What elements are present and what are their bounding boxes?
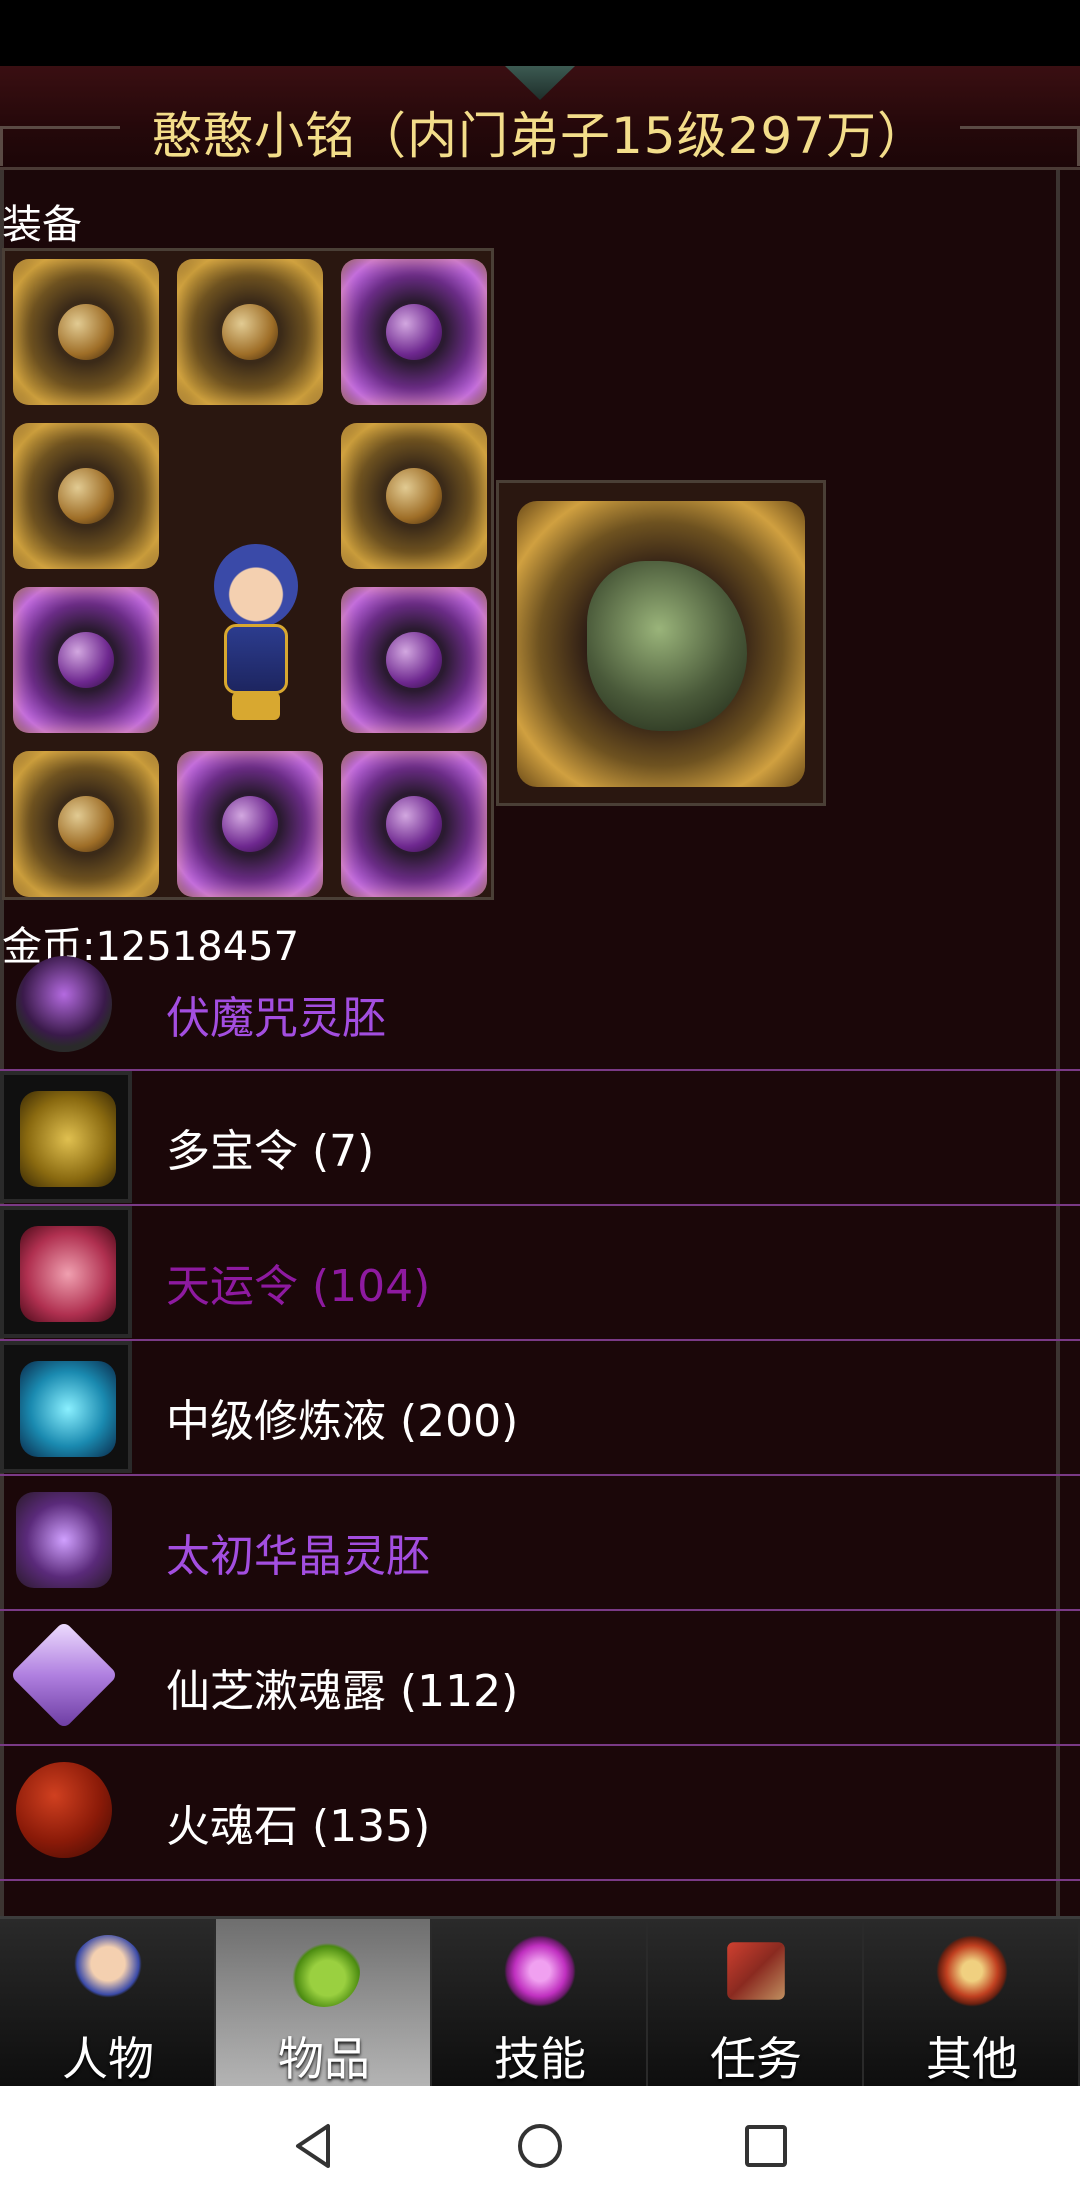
token-icon <box>0 1206 132 1338</box>
orb-icon <box>386 796 442 852</box>
quest-icon <box>727 1942 785 2000</box>
helmet-icon <box>58 304 114 360</box>
equip-slot-weapon[interactable] <box>13 423 159 569</box>
tab-label: 人物 <box>62 2032 154 2086</box>
item-name: 多宝令 (7) <box>166 1126 375 1177</box>
title-ornament <box>505 66 575 100</box>
armor-icon <box>222 304 278 360</box>
tab-label: 技能 <box>494 2032 586 2086</box>
tab-skills[interactable]: 技能 <box>432 1919 648 2089</box>
tab-items[interactable]: 物品 <box>216 1919 432 2089</box>
item-name: 伏魔咒灵胚 <box>166 993 386 1044</box>
equip-slot-helmet[interactable] <box>13 259 159 405</box>
sword-icon <box>58 468 114 524</box>
back-icon[interactable] <box>288 2120 340 2172</box>
fire-stone-icon <box>0 1746 132 1878</box>
item-name: 中级修炼液 (200) <box>166 1396 519 1447</box>
pet-frame <box>517 501 805 787</box>
tab-character[interactable]: 人物 <box>0 1919 216 2089</box>
equip-slot-amulet[interactable] <box>341 259 487 405</box>
potion-icon <box>0 1341 132 1473</box>
pet-slot[interactable] <box>496 480 826 806</box>
boots-icon <box>222 796 278 852</box>
list-item[interactable]: 多宝令 (7) <box>0 1071 1080 1206</box>
recents-icon[interactable] <box>740 2120 792 2172</box>
status-bar <box>0 0 1080 66</box>
character-legs <box>232 692 280 720</box>
character-avatar <box>196 544 316 724</box>
ring-icon <box>386 632 442 688</box>
tab-label: 任务 <box>710 2032 802 2086</box>
bracer-icon <box>58 796 114 852</box>
bottom-tab-bar: 人物 物品 技能 任务 其他 <box>0 1916 1080 2089</box>
item-name: 天运令 (104) <box>166 1261 431 1312</box>
tab-label: 物品 <box>278 2032 370 2086</box>
amulet-icon <box>386 304 442 360</box>
equip-slot-armor[interactable] <box>177 259 323 405</box>
list-item[interactable]: 太初华晶灵胚 <box>0 1476 1080 1611</box>
list-item[interactable]: 中级修炼液 (200) <box>0 1341 1080 1476</box>
equipment-section-label: 装备 <box>2 202 82 248</box>
skill-orb-icon <box>504 1935 576 2007</box>
ring-icon <box>0 956 132 1088</box>
ring-icon <box>58 632 114 688</box>
equip-slot-ring-left[interactable] <box>13 587 159 733</box>
list-item[interactable]: 天运令 (104) <box>0 1206 1080 1341</box>
page-title: 憨憨小铭（内门弟子15级297万） <box>151 107 929 165</box>
character-body <box>224 624 288 694</box>
game-screen: 憨憨小铭（内门弟子15级297万） 装备 金币:12518457 伏魔咒灵胚 多… <box>0 66 1080 1916</box>
list-item[interactable]: 伏魔咒灵胚 <box>0 956 1080 1071</box>
dragon-icon <box>587 561 747 731</box>
gem-flask-icon <box>0 1611 132 1743</box>
item-name: 火魂石 (135) <box>166 1801 431 1852</box>
equip-slot-orb[interactable] <box>341 751 487 897</box>
crystal-icon <box>0 1476 132 1608</box>
character-head <box>214 544 298 628</box>
title-bar: 憨憨小铭（内门弟子15级297万） <box>0 66 1080 170</box>
home-icon[interactable] <box>514 2120 566 2172</box>
item-list: 伏魔咒灵胚 多宝令 (7) 天运令 (104) 中级修炼液 (200) 太初华晶… <box>0 956 1080 1881</box>
blade-icon <box>386 468 442 524</box>
character-icon <box>72 1935 144 2007</box>
tab-label: 其他 <box>926 2032 1018 2086</box>
list-item[interactable]: 仙芝漱魂露 (112) <box>0 1611 1080 1746</box>
list-item[interactable]: 火魂石 (135) <box>0 1746 1080 1881</box>
equip-slot-offhand[interactable] <box>341 423 487 569</box>
tab-other[interactable]: 其他 <box>864 1919 1080 2089</box>
potion-bag-icon <box>288 1935 360 2007</box>
settings-icon <box>936 1935 1008 2007</box>
token-icon <box>0 1071 132 1203</box>
item-name: 太初华晶灵胚 <box>166 1531 430 1582</box>
item-name: 仙芝漱魂露 (112) <box>166 1666 519 1717</box>
tab-quests[interactable]: 任务 <box>648 1919 864 2089</box>
system-nav-bar <box>0 2086 1080 2204</box>
equip-slot-boots[interactable] <box>177 751 323 897</box>
equip-slot-ring-right[interactable] <box>341 587 487 733</box>
equip-slot-bracer[interactable] <box>13 751 159 897</box>
